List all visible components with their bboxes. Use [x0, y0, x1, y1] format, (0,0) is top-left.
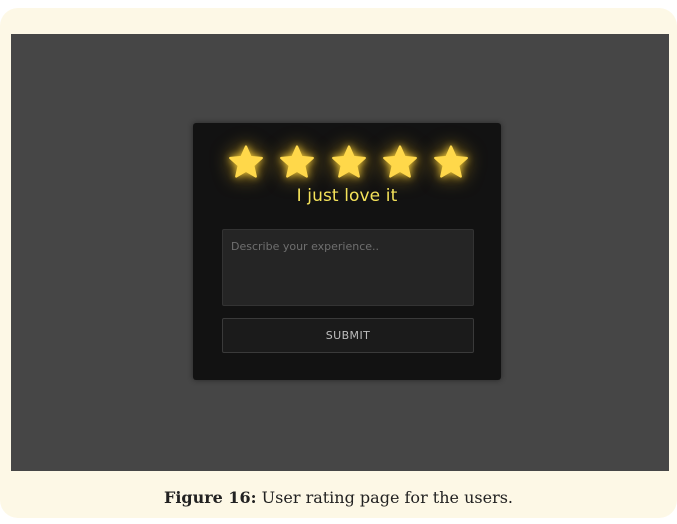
star-icon[interactable] [329, 143, 369, 183]
star-icon[interactable] [431, 143, 471, 183]
caption-label: Figure 16: [163, 488, 257, 507]
star-icon[interactable] [380, 143, 420, 183]
star-icon[interactable] [277, 143, 317, 183]
submit-button[interactable]: SUBMIT [222, 318, 474, 353]
rating-label: I just love it [296, 186, 398, 206]
experience-input[interactable] [222, 229, 474, 306]
star-icon[interactable] [226, 143, 266, 183]
star-rating [226, 143, 471, 183]
figure-frame: I just love it SUBMIT Figure 16: User ra… [0, 8, 677, 518]
rating-card: I just love it SUBMIT [193, 123, 501, 380]
caption-text: User rating page for the users. [256, 488, 514, 507]
rating-page-screenshot: I just love it SUBMIT [11, 34, 669, 471]
figure-caption: Figure 16: User rating page for the user… [0, 488, 677, 507]
